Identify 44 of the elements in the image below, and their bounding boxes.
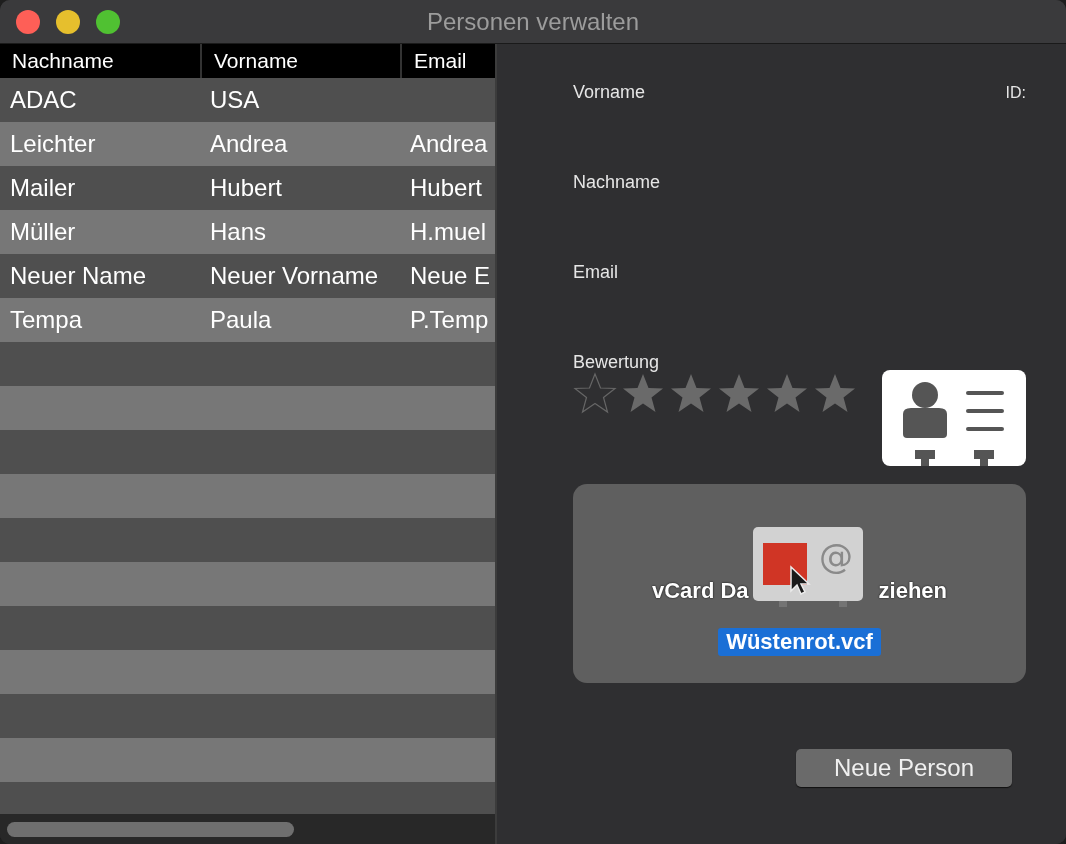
new-person-button[interactable]: Neue Person	[796, 749, 1012, 787]
field-label: Email	[573, 261, 619, 284]
file-name: Wüstenrot.vcf	[718, 628, 881, 656]
table-cell-text: Paula	[209, 305, 273, 335]
vcard-file-icon	[751, 525, 865, 609]
field-label: Vorname	[573, 81, 647, 104]
table-cell-text: Neuer Name	[9, 261, 148, 291]
zoom-button[interactable]	[96, 9, 120, 34]
table-row[interactable]: Müller Hans H.muel	[0, 210, 495, 254]
table-cell-text: ADAC	[9, 85, 78, 115]
close-button[interactable]	[16, 9, 40, 34]
star-outline-icon[interactable]	[573, 372, 617, 416]
drop-hint: vCard Da	[651, 578, 749, 604]
table-cell-text: Andrea	[409, 129, 489, 159]
table-cell-text: Neue E	[409, 261, 492, 291]
table-cell-text: Hubert	[209, 173, 284, 203]
table-cell-text: Tempa	[9, 305, 84, 335]
table-cell-text: USA	[209, 85, 261, 115]
contact-card-icon	[882, 370, 1026, 466]
table-cell-text: Hubert	[409, 173, 484, 203]
drop-hint: ziehen	[878, 578, 948, 604]
scrollbar-thumb[interactable]	[7, 821, 294, 837]
column-header[interactable]: Nachname	[0, 44, 200, 78]
drop-zone[interactable]: vCard Da ziehen Wüstenrot.vcf @	[573, 484, 1026, 683]
table-cell-text: Andrea	[209, 129, 289, 159]
field-label: Bewertung	[573, 351, 661, 374]
minimize-button[interactable]	[56, 9, 80, 34]
table-cell-text: Mailer	[9, 173, 77, 203]
field-label: Nachname	[573, 171, 661, 194]
table-cell-text: P.Temp	[409, 305, 490, 335]
window-title: Personen verwalten	[426, 7, 640, 36]
star-rating[interactable]	[573, 372, 857, 416]
table-row[interactable]: Mailer Hubert Hubert	[0, 166, 495, 210]
table-cell-text: H.muel	[409, 217, 488, 247]
table-cell-text: Leichter	[9, 129, 97, 159]
table-cell-text: Neuer Vorname	[209, 261, 380, 291]
table-row[interactable]: Leichter Andrea Andrea	[0, 122, 495, 166]
table-row[interactable]: ADAC USA	[0, 78, 495, 122]
table-cell-text: Müller	[9, 217, 77, 247]
at-sign: @	[819, 536, 853, 576]
table-cell-text: Hans	[209, 217, 268, 247]
table-row[interactable]: Neuer Name Neuer Vorname Neue E	[0, 254, 495, 298]
table-row[interactable]: Tempa Paula P.Temp	[0, 298, 495, 342]
id-label: ID:	[1005, 84, 1026, 103]
